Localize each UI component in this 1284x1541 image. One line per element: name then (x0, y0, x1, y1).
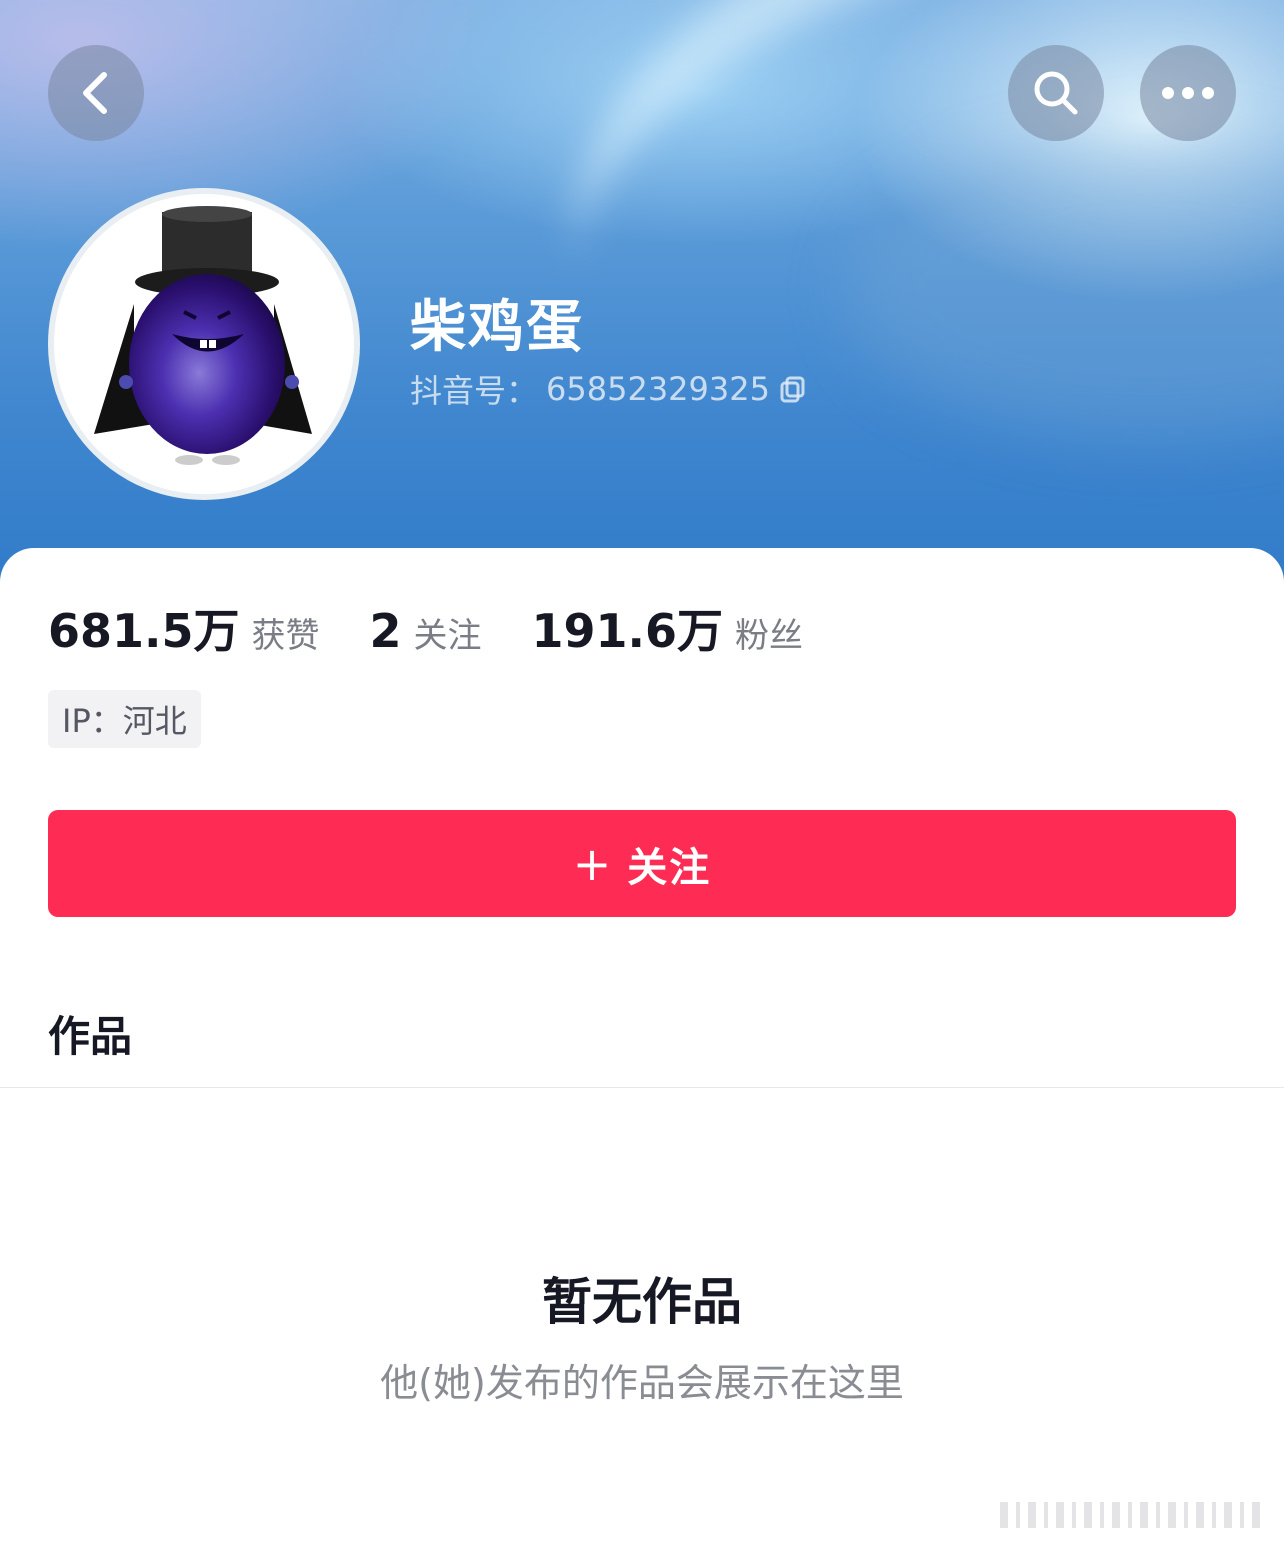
ip-location-tag: IP：河北 (48, 690, 201, 748)
stat-label: 粉丝 (735, 616, 804, 656)
search-button[interactable] (1008, 45, 1104, 141)
douyin-id-value: 65852329325 (546, 370, 770, 408)
stats-row: 681.5万 获赞 2 关注 191.6万 粉丝 (48, 595, 853, 661)
stat-followers[interactable]: 191.6万 粉丝 (532, 595, 804, 661)
stat-label: 关注 (413, 616, 482, 656)
avatar[interactable] (48, 188, 360, 500)
stat-likes[interactable]: 681.5万 获赞 (48, 595, 320, 661)
tab-divider (0, 1087, 1284, 1088)
more-dots-icon (1162, 87, 1214, 99)
chevron-left-icon (83, 72, 107, 114)
stat-value: 191.6万 (531, 604, 724, 658)
back-button[interactable] (48, 45, 144, 141)
stat-value: 2 (369, 604, 402, 658)
douyin-id-label: 抖音号： (410, 372, 539, 410)
tab-works[interactable]: 作品 (48, 1003, 132, 1064)
follow-button[interactable]: + 关注 (48, 810, 1236, 917)
more-button[interactable] (1140, 45, 1236, 141)
stat-following[interactable]: 2 关注 (370, 604, 482, 658)
empty-state-subtitle: 他(她)发布的作品会展示在这里 (380, 1361, 904, 1405)
stat-label: 获赞 (251, 616, 320, 656)
copy-icon[interactable] (778, 374, 808, 404)
profile-nickname: 柴鸡蛋 (410, 295, 584, 360)
purple-egg-character-avatar (94, 206, 312, 465)
watermark-stripes (1000, 1502, 1260, 1528)
douyin-id-row[interactable]: 抖音号： 65852329325 (410, 366, 808, 412)
stat-value: 681.5万 (48, 604, 240, 658)
empty-state-title: 暂无作品 (542, 1273, 742, 1331)
search-icon (1034, 71, 1078, 115)
follow-button-label: 关注 (627, 844, 712, 891)
plus-icon: + (572, 836, 614, 891)
